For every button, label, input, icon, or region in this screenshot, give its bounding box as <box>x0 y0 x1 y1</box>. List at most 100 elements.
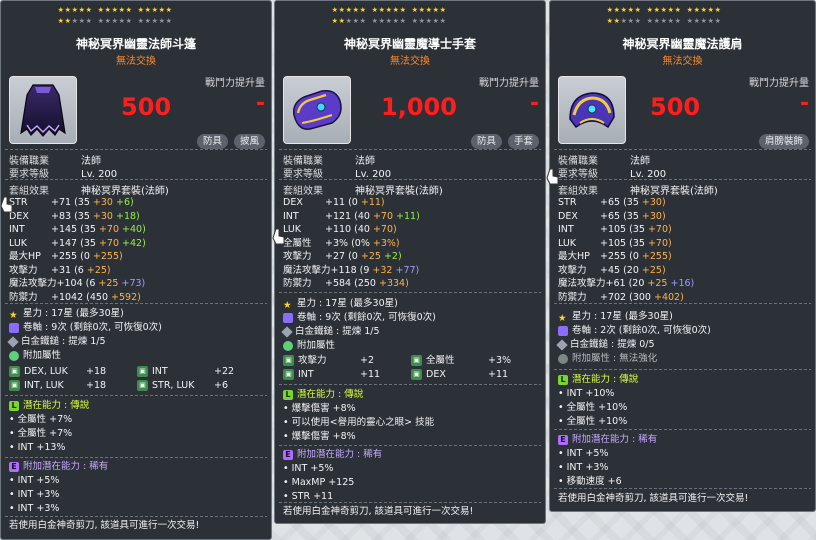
power-change-dash: - <box>529 91 539 116</box>
stat-part: 魔法攻擊力 <box>558 278 606 289</box>
stat-part: (0 <box>348 197 361 208</box>
stat-part: DEX <box>9 210 29 222</box>
star-filled-icon: ★ <box>118 6 125 14</box>
stat-part: (35 <box>80 237 99 249</box>
stat-part: (35 <box>629 237 648 249</box>
stat-part: +31 <box>51 264 75 276</box>
bonus-potential-line: • INT +3% <box>558 461 608 474</box>
additional-stat-icon: ▣ <box>283 355 294 366</box>
star-empty-icon: ★ <box>345 17 352 25</box>
hammer-row: 白金鐵鎚 : 提煉 1/5 <box>281 325 380 338</box>
bullet-icon: • <box>558 476 567 487</box>
stat-part: 防禦力 <box>283 278 312 289</box>
stat-part: (300 <box>629 291 654 303</box>
stat-part: (6 <box>85 278 99 289</box>
additional-stat: ▣ DEX, LUK +18 <box>9 365 106 378</box>
star-filled-icon: ★ <box>634 6 641 14</box>
stat-part: 魔法攻擊力 <box>283 264 331 276</box>
divider <box>5 516 267 517</box>
potential-text: STR +11 <box>291 491 334 502</box>
item-tags: 肩膀裝飾 <box>758 134 809 149</box>
additional-stat: ▣ DEX +11 <box>411 368 508 381</box>
stat-part: 全屬性 <box>283 237 312 249</box>
tag-armor: 防具 <box>470 134 502 149</box>
level-row: 要求等級 Lv. 200 <box>283 169 392 180</box>
divider <box>279 179 541 180</box>
star-filled-icon: ★ <box>606 6 613 14</box>
star-empty-icon: ★ <box>71 17 78 25</box>
potential-line: • 爆擊傷害 +8% <box>283 430 356 443</box>
bullet-icon: • <box>9 489 18 500</box>
stat-part: (40 <box>354 224 373 235</box>
stat-part: +104 <box>56 278 86 289</box>
scroll-icon <box>558 325 568 336</box>
scroll-icon <box>283 312 293 323</box>
level-row: 要求等級 Lv. 200 <box>9 169 118 180</box>
star-filled-icon: ★ <box>151 6 158 14</box>
star-filled-icon: ★ <box>378 6 385 14</box>
potential-line: • 全屬性 +7% <box>9 427 72 440</box>
level-row: 要求等級 Lv. 200 <box>558 169 667 180</box>
stat-part: DEX <box>558 210 578 222</box>
divider <box>554 303 811 304</box>
stat-line: INT +145 (35 +70 +40) <box>9 223 146 236</box>
stat-line: STR +71 (35 +30 +6) <box>9 196 134 209</box>
star-filled-icon: ★ <box>653 6 660 14</box>
stat-line: INT +105 (35 +70) <box>558 223 672 236</box>
hammer-icon <box>281 325 293 338</box>
potential-text: INT +3% <box>17 503 60 514</box>
star-empty-icon: ★ <box>97 17 104 25</box>
additional-stat: ▣ INT, LUK +18 <box>9 379 106 392</box>
bullet-icon: • <box>558 388 567 399</box>
star-empty-icon: ★ <box>700 17 707 25</box>
stat-part: +25 <box>98 278 122 289</box>
star-filled-icon: ★ <box>338 6 345 14</box>
star-filled-icon: ★ <box>97 6 104 14</box>
power-change-value: 500 <box>650 93 701 121</box>
additional-stat-name: 全屬性 <box>426 355 455 366</box>
star-filled-icon: ★ <box>71 6 78 14</box>
stat-part: (9 <box>359 264 373 276</box>
divider <box>279 384 541 385</box>
stat-part: 攻擊力 <box>558 264 587 276</box>
star-filled-icon: ★ <box>125 6 132 14</box>
stat-part: +255 <box>600 251 630 262</box>
star-empty-icon: ★ <box>111 17 118 25</box>
additional-stat-value: +11 <box>488 369 509 380</box>
additional-stat-name: 攻擊力 <box>298 355 327 366</box>
star-force-stars: ★★★★★ ★★★★★ ★★★★★ ★★★★★ ★★★★★ ★★★★★ <box>57 6 227 28</box>
star-filled-icon: ★ <box>352 6 359 14</box>
power-change-label: 戰鬥力提升量 <box>479 78 539 89</box>
bullet-icon: • <box>9 442 18 453</box>
stat-part: +25 <box>360 251 384 262</box>
bonus-potential-line: • INT +5% <box>9 474 59 487</box>
star-empty-icon: ★ <box>674 17 681 25</box>
star-filled-icon: ★ <box>57 6 64 14</box>
potential-text: INT +5% <box>17 475 60 486</box>
bonus-potential-line: • MaxMP +125 <box>283 476 354 489</box>
star-empty-icon: ★ <box>399 17 406 25</box>
stat-line: LUK +105 (35 +70) <box>558 237 672 250</box>
additional-stat-name: INT <box>152 366 168 377</box>
stat-part: +255 <box>51 251 81 262</box>
item-tooltip-shoulder: ★★★★★ ★★★★★ ★★★★★ ★★★★★ ★★★★★ ★★★★★ 神秘冥界… <box>549 0 816 512</box>
divider <box>5 179 267 180</box>
potential-title: L 潛在能力 : 傳說 <box>9 399 89 412</box>
additional-title: 附加屬性 <box>9 349 61 362</box>
additional-stat: ▣ INT +11 <box>283 368 380 381</box>
additional-stat-icon: ▣ <box>411 355 422 366</box>
bonus-potential-line: • INT +5% <box>558 447 608 460</box>
star-filled-icon: ★ <box>338 17 345 25</box>
stat-part: LUK <box>558 237 577 249</box>
potential-text: INT +13% <box>17 442 66 453</box>
footer-note: 若使用白金神奇剪刀, 該道具可進行一次交易! <box>283 506 474 517</box>
hand-cursor-icon <box>546 168 559 185</box>
star-filled-icon: ★ <box>359 6 366 14</box>
star-filled-icon: ★ <box>707 6 714 14</box>
stars-row-1: ★★★★★ ★★★★★ ★★★★★ <box>606 6 721 14</box>
set-row: 套組效果 神秘冥界套裝(法師) <box>558 186 718 197</box>
star-icon: ★ <box>558 312 567 324</box>
star-empty-icon: ★ <box>439 17 446 25</box>
potential-text: INT +10% <box>566 388 615 399</box>
additional-stat-value: +11 <box>360 369 381 380</box>
